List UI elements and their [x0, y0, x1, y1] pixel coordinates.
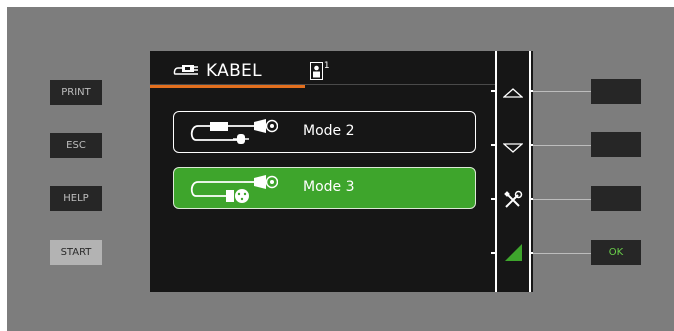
- triangle-up-icon[interactable]: [502, 84, 524, 103]
- display-screen: KABEL 1 Mode 2 Mode 3: [150, 51, 533, 292]
- mode-2-option[interactable]: Mode 2: [173, 111, 476, 153]
- cable-mode2-icon: [188, 116, 279, 152]
- softkey-down-button[interactable]: [591, 132, 641, 157]
- cable-mode3-icon: [188, 172, 279, 208]
- softkey-column: [495, 51, 533, 292]
- softkey-link-4: [533, 253, 591, 254]
- start-button[interactable]: START: [50, 240, 102, 265]
- mode-3-label: Mode 3: [303, 179, 355, 195]
- softkey-link-3: [533, 199, 591, 200]
- esc-button[interactable]: ESC: [50, 133, 102, 158]
- ok-button[interactable]: OK: [591, 240, 641, 265]
- cable-plug-icon: [173, 62, 199, 81]
- person-1-icon: 1: [309, 61, 330, 80]
- help-button[interactable]: HELP: [50, 186, 102, 211]
- triangle-down-icon[interactable]: [502, 139, 524, 158]
- title-accent-bar: [150, 85, 305, 88]
- green-ramp-icon[interactable]: [503, 242, 523, 266]
- mode-2-label: Mode 2: [303, 123, 355, 139]
- softkey-link-1: [533, 91, 591, 92]
- softkey-divider-right: [529, 51, 531, 292]
- mode-3-option[interactable]: Mode 3: [173, 167, 476, 209]
- softkey-up-button[interactable]: [591, 79, 641, 104]
- page-title: KABEL: [206, 61, 262, 81]
- print-button[interactable]: PRINT: [50, 80, 102, 105]
- title-row: KABEL 1: [173, 60, 330, 82]
- badge-superscript: 1: [323, 61, 330, 71]
- softkey-link-2: [533, 145, 591, 146]
- softkey-tools-button[interactable]: [591, 186, 641, 211]
- tools-icon[interactable]: [503, 190, 523, 214]
- softkey-divider-left: [495, 51, 497, 292]
